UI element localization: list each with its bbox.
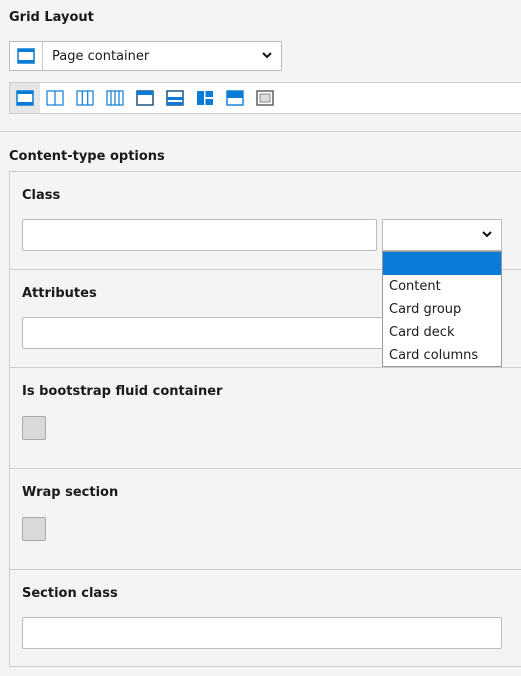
attributes-label: Attributes: [22, 286, 97, 301]
class-option-card-columns[interactable]: Card columns: [383, 344, 501, 367]
section-class-label: Section class: [22, 586, 118, 601]
section-class-input[interactable]: [22, 617, 502, 649]
wrap-section-label: Wrap section: [22, 485, 119, 500]
class-option-card-group[interactable]: Card group: [383, 298, 501, 321]
wrap-section-checkbox[interactable]: [22, 517, 46, 541]
class-option-card-deck[interactable]: Card deck: [383, 321, 501, 344]
grid-layout-select[interactable]: Page container: [9, 41, 282, 71]
class-input[interactable]: [22, 219, 377, 251]
row-divider: [10, 367, 521, 368]
frame-icon[interactable]: [250, 83, 280, 113]
class-select[interactable]: [382, 219, 502, 251]
grid-layout-select-value: Page container: [52, 49, 150, 64]
layout-icon-bar: [9, 82, 521, 114]
section-divider: [0, 131, 521, 132]
page-container-icon[interactable]: [10, 83, 40, 113]
class-option-content[interactable]: Content: [383, 275, 501, 298]
grid-layout-heading: Grid Layout: [9, 10, 94, 25]
three-columns-icon[interactable]: [70, 83, 100, 113]
chevron-down-icon: [481, 228, 493, 244]
row-divider: [10, 468, 521, 469]
content-type-heading: Content-type options: [9, 149, 165, 164]
chevron-down-icon: [261, 49, 273, 65]
tiles-icon[interactable]: [190, 83, 220, 113]
class-option-empty[interactable]: [383, 252, 501, 275]
banner-icon[interactable]: [220, 83, 250, 113]
page-container-icon: [10, 42, 43, 70]
class-label: Class: [22, 188, 61, 203]
class-dropdown-list: Content Card group Card deck Card column…: [382, 251, 502, 367]
two-columns-icon[interactable]: [40, 83, 70, 113]
four-columns-icon[interactable]: [100, 83, 130, 113]
fluid-container-label: Is bootstrap fluid container: [22, 384, 223, 399]
fluid-container-checkbox[interactable]: [22, 416, 46, 440]
row-divider: [10, 569, 521, 570]
horizontal-split-icon[interactable]: [160, 83, 190, 113]
header-icon[interactable]: [130, 83, 160, 113]
